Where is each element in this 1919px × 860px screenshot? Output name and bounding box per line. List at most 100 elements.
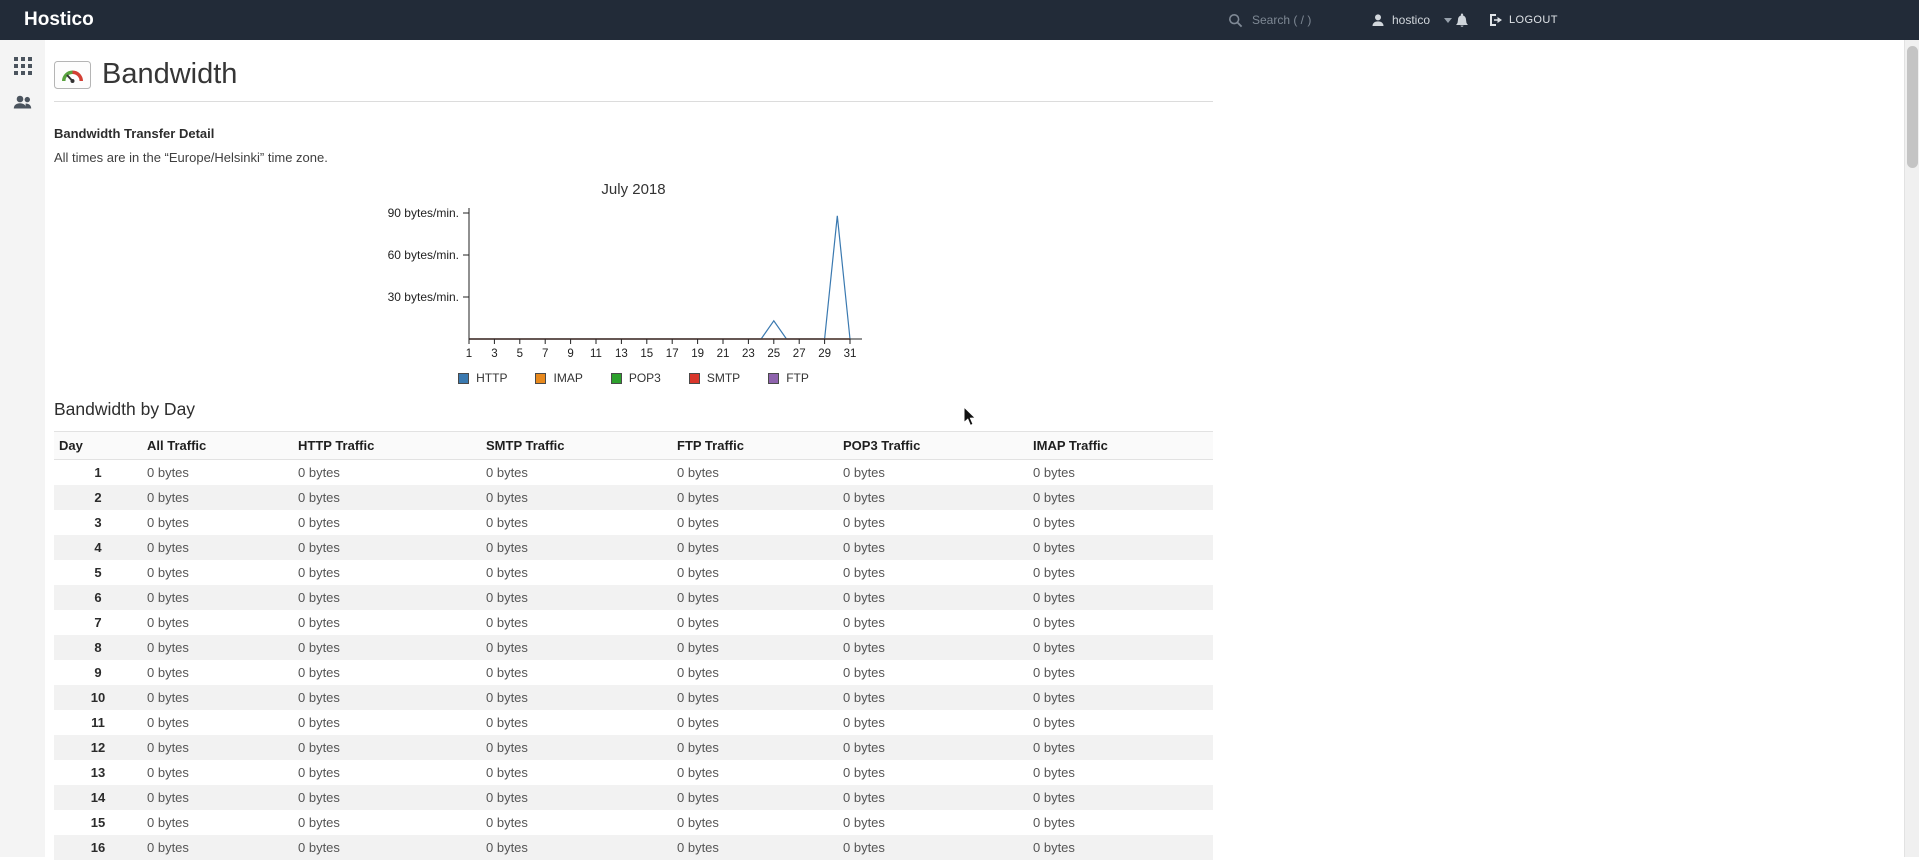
header-divider	[54, 101, 1213, 102]
day-cell: 4	[54, 535, 142, 560]
bandwidth-chart: July 2018 90 bytes/min.60 bytes/min.30 b…	[354, 181, 914, 385]
legend-label: POP3	[629, 371, 661, 385]
traffic-cell: 0 bytes	[293, 660, 481, 685]
traffic-cell: 0 bytes	[672, 560, 838, 585]
svg-text:60 bytes/min.: 60 bytes/min.	[387, 248, 458, 262]
traffic-cell: 0 bytes	[838, 685, 1028, 710]
day-cell: 15	[54, 810, 142, 835]
traffic-cell: 0 bytes	[293, 485, 481, 510]
traffic-cell: 0 bytes	[672, 810, 838, 835]
sidebar-item-users[interactable]	[0, 84, 45, 120]
day-cell: 11	[54, 710, 142, 735]
traffic-cell: 0 bytes	[838, 710, 1028, 735]
traffic-cell: 0 bytes	[293, 510, 481, 535]
table-row: 140 bytes0 bytes0 bytes0 bytes0 bytes0 b…	[54, 785, 1213, 810]
user-name: hostico	[1392, 13, 1430, 27]
day-cell: 2	[54, 485, 142, 510]
traffic-cell: 0 bytes	[293, 610, 481, 635]
svg-text:27: 27	[792, 348, 805, 360]
table-row: 130 bytes0 bytes0 bytes0 bytes0 bytes0 b…	[54, 760, 1213, 785]
page-header: Bandwidth	[54, 58, 1213, 91]
table-row: 50 bytes0 bytes0 bytes0 bytes0 bytes0 by…	[54, 560, 1213, 585]
traffic-cell: 0 bytes	[1028, 785, 1213, 810]
search-box[interactable]: Search ( / )	[1228, 0, 1368, 40]
traffic-cell: 0 bytes	[293, 685, 481, 710]
chart-legend: HTTPIMAPPOP3SMTPFTP	[354, 371, 914, 385]
traffic-cell: 0 bytes	[142, 710, 293, 735]
traffic-cell: 0 bytes	[293, 810, 481, 835]
traffic-cell: 0 bytes	[142, 685, 293, 710]
traffic-cell: 0 bytes	[672, 735, 838, 760]
traffic-cell: 0 bytes	[1028, 460, 1213, 486]
grid-icon	[14, 57, 32, 75]
chevron-down-icon	[1444, 18, 1452, 23]
section-title: Bandwidth Transfer Detail	[54, 126, 1213, 141]
traffic-cell: 0 bytes	[838, 460, 1028, 486]
chart-plot-area: 90 bytes/min.60 bytes/min.30 bytes/min.1…	[354, 204, 914, 369]
table-row: 40 bytes0 bytes0 bytes0 bytes0 bytes0 by…	[54, 535, 1213, 560]
traffic-cell: 0 bytes	[142, 785, 293, 810]
notifications-button[interactable]	[1452, 0, 1472, 40]
table-header-row: Day All Traffic HTTP Traffic SMTP Traffi…	[54, 432, 1213, 460]
svg-text:29: 29	[818, 348, 831, 360]
traffic-cell: 0 bytes	[142, 485, 293, 510]
traffic-cell: 0 bytes	[1028, 735, 1213, 760]
traffic-cell: 0 bytes	[142, 635, 293, 660]
table-row: 110 bytes0 bytes0 bytes0 bytes0 bytes0 b…	[54, 710, 1213, 735]
traffic-cell: 0 bytes	[142, 760, 293, 785]
traffic-cell: 0 bytes	[293, 535, 481, 560]
logout-button[interactable]: LOGOUT	[1488, 0, 1558, 40]
traffic-cell: 0 bytes	[481, 585, 672, 610]
table-row: 60 bytes0 bytes0 bytes0 bytes0 bytes0 by…	[54, 585, 1213, 610]
legend-label: HTTP	[476, 371, 507, 385]
traffic-cell: 0 bytes	[1028, 635, 1213, 660]
traffic-cell: 0 bytes	[672, 760, 838, 785]
traffic-cell: 0 bytes	[838, 560, 1028, 585]
traffic-cell: 0 bytes	[481, 785, 672, 810]
day-cell: 1	[54, 460, 142, 486]
traffic-cell: 0 bytes	[838, 510, 1028, 535]
traffic-cell: 0 bytes	[838, 535, 1028, 560]
vertical-scrollbar[interactable]	[1904, 40, 1919, 857]
traffic-cell: 0 bytes	[672, 485, 838, 510]
traffic-cell: 0 bytes	[672, 510, 838, 535]
traffic-cell: 0 bytes	[1028, 485, 1213, 510]
svg-text:5: 5	[516, 348, 522, 360]
bandwidth-by-day-title: Bandwidth by Day	[54, 399, 1213, 420]
table-row: 90 bytes0 bytes0 bytes0 bytes0 bytes0 by…	[54, 660, 1213, 685]
page-title: Bandwidth	[102, 58, 237, 91]
column-header-ftp-traffic: FTP Traffic	[672, 432, 838, 460]
traffic-cell: 0 bytes	[1028, 610, 1213, 635]
svg-text:15: 15	[640, 348, 653, 360]
column-header-day: Day	[54, 432, 142, 460]
traffic-cell: 0 bytes	[1028, 710, 1213, 735]
day-cell: 9	[54, 660, 142, 685]
traffic-cell: 0 bytes	[1028, 685, 1213, 710]
sidebar-item-apps[interactable]	[0, 48, 45, 84]
svg-text:7: 7	[541, 348, 547, 360]
traffic-cell: 0 bytes	[672, 835, 838, 860]
column-header-all-traffic: All Traffic	[142, 432, 293, 460]
traffic-cell: 0 bytes	[481, 760, 672, 785]
table-row: 30 bytes0 bytes0 bytes0 bytes0 bytes0 by…	[54, 510, 1213, 535]
traffic-cell: 0 bytes	[293, 585, 481, 610]
legend-swatch	[689, 373, 700, 384]
traffic-cell: 0 bytes	[142, 660, 293, 685]
table-row: 100 bytes0 bytes0 bytes0 bytes0 bytes0 b…	[54, 685, 1213, 710]
legend-label: SMTP	[707, 371, 740, 385]
traffic-cell: 0 bytes	[838, 635, 1028, 660]
scrollbar-thumb[interactable]	[1907, 46, 1918, 168]
traffic-cell: 0 bytes	[1028, 810, 1213, 835]
brand-logo[interactable]: Hostico	[24, 9, 94, 31]
user-menu[interactable]: hostico	[1370, 0, 1452, 40]
table-row: 120 bytes0 bytes0 bytes0 bytes0 bytes0 b…	[54, 735, 1213, 760]
svg-text:11: 11	[590, 348, 602, 360]
traffic-cell: 0 bytes	[293, 785, 481, 810]
traffic-cell: 0 bytes	[672, 710, 838, 735]
traffic-cell: 0 bytes	[838, 835, 1028, 860]
traffic-cell: 0 bytes	[1028, 510, 1213, 535]
traffic-cell: 0 bytes	[672, 585, 838, 610]
traffic-cell: 0 bytes	[481, 810, 672, 835]
traffic-cell: 0 bytes	[481, 835, 672, 860]
svg-text:19: 19	[691, 348, 704, 360]
